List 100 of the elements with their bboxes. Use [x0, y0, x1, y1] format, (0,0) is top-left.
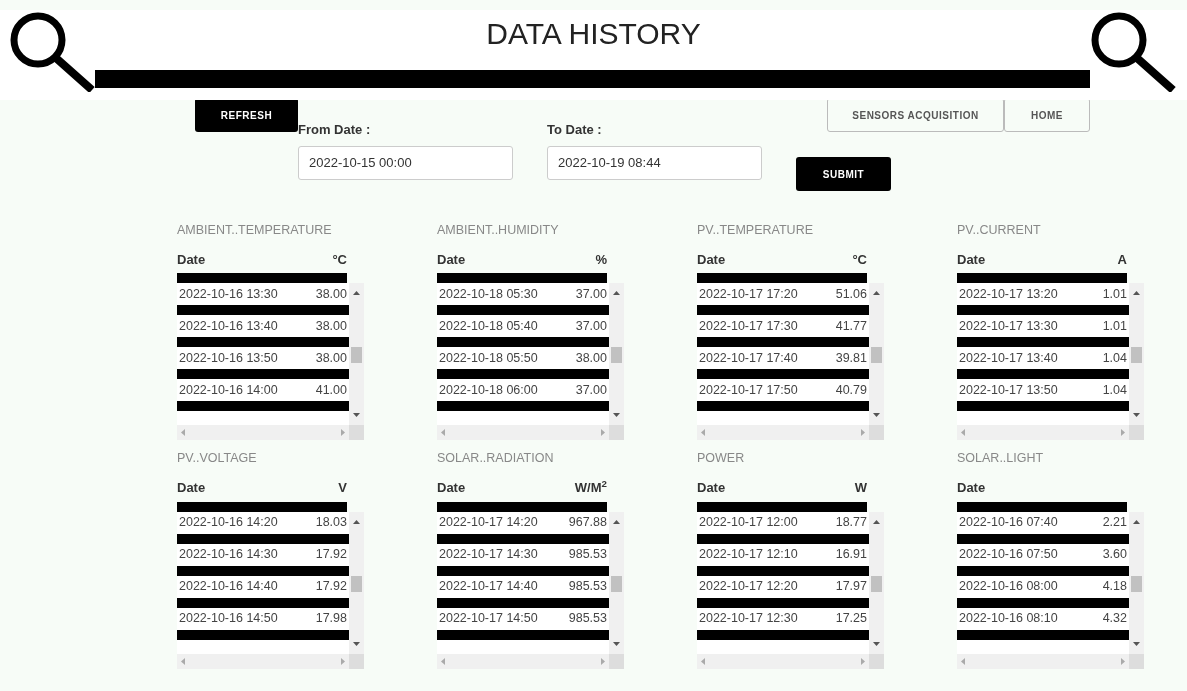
value-cell-text: 985.53 [568, 610, 607, 628]
date-cell-text: 2022-10-16 13:50 [179, 349, 278, 367]
date-cell-text: 2022-10-16 14:00 [179, 381, 278, 399]
date-cell-text: 2022-10-16 13:30 [179, 285, 278, 303]
value-cell-text: 17.92 [315, 546, 347, 564]
value-cell-text: 985.53 [568, 546, 607, 564]
panel-title: PV..VOLTAGE [177, 450, 257, 468]
date-cell-text: 2022-10-16 07:40 [959, 514, 1058, 532]
value-cell-text: 967.88 [568, 514, 607, 532]
value-cell-text: 40.79 [835, 381, 867, 399]
submit-button[interactable]: SUBMIT [796, 157, 891, 191]
value-cell-text: 17.97 [835, 578, 867, 596]
value-cell-text: 4.18 [1102, 578, 1127, 596]
value-cell-text: 41.00 [315, 381, 347, 399]
date-cell-text: 2022-10-17 14:30 [439, 546, 538, 564]
value-cell-text: 16.91 [835, 546, 867, 564]
date-cell-text: 2022-10-17 17:40 [699, 349, 798, 367]
value-cell-text: 38.00 [315, 349, 347, 367]
sensors-acquisition-button[interactable]: SENSORS ACQUISITION [827, 98, 1004, 132]
column-heading: Date [437, 250, 466, 269]
date-field[interactable]: 2022-10-15 00:00 [298, 145, 513, 180]
unit-heading: W/M$^{2}$ [574, 478, 607, 497]
scrollbar-corner [1129, 425, 1144, 441]
value-cell-text: 41.77 [835, 317, 867, 335]
value-cell-text: 1.01 [1102, 317, 1127, 335]
scrollbar-corner [869, 425, 884, 441]
value-cell-text: 1.01 [1102, 285, 1127, 303]
panel-title: POWER [697, 450, 745, 468]
panel-title: SOLAR..LIGHT [957, 450, 1044, 468]
home-button[interactable]: HOME [1004, 98, 1090, 132]
date-cell-text: 2022-10-16 13:40 [179, 317, 278, 335]
date-cell-text: 2022-10-17 14:20 [439, 514, 538, 532]
date-cell-text: 2022-10-17 12:10 [699, 546, 798, 564]
value-cell-text: 37.00 [575, 285, 607, 303]
unit-heading: A [1117, 250, 1127, 269]
value-cell-text: 37.00 [575, 381, 607, 399]
scrollbar-corner [609, 425, 624, 441]
value-cell-text: 17.25 [835, 610, 867, 628]
date-cell-text: 2022-10-16 08:00 [959, 578, 1058, 596]
panel-title: AMBIENT..HUMIDITY [437, 222, 559, 239]
column-heading: Date [957, 250, 986, 269]
value-cell-text: 18.03 [315, 514, 347, 532]
value-cell-text: 3.60 [1102, 546, 1127, 564]
value-cell-text: 37.00 [575, 317, 607, 335]
date-cell-text: 2022-10-18 05:50 [439, 349, 538, 367]
column-heading: Date [957, 479, 986, 497]
date-cell-text: 2022-10-16 08:10 [959, 610, 1058, 628]
column-heading: Date [697, 479, 726, 497]
unit-heading: °C [852, 250, 867, 269]
column-heading: Date [177, 479, 206, 497]
date-field[interactable]: 2022-10-19 08:44 [547, 145, 762, 180]
date-cell-text: 2022-10-17 13:30 [959, 317, 1058, 335]
value-cell-text: 1.04 [1102, 349, 1127, 367]
value-cell-text: 38.00 [575, 349, 607, 367]
value-cell-text: 1.04 [1102, 381, 1127, 399]
value-cell-text: 2.21 [1102, 514, 1127, 532]
value-cell-text: 38.00 [315, 285, 347, 303]
unit-heading: °C [332, 250, 347, 269]
date-cell-text: 2022-10-17 14:50 [439, 610, 538, 628]
unit-heading: W [854, 479, 867, 497]
date-cell-text: 2022-10-16 14:20 [179, 514, 278, 532]
scrollbar-corner [349, 425, 364, 441]
date-cell-text: 2022-10-17 13:50 [959, 381, 1058, 399]
value-cell-text: 39.81 [835, 349, 867, 367]
date-label: To Date : [547, 121, 602, 139]
date-cell-text: 2022-10-17 17:30 [699, 317, 798, 335]
date-cell-text: 2022-10-17 14:40 [439, 578, 538, 596]
date-cell-text: 2022-10-17 17:20 [699, 285, 798, 303]
column-heading: Date [697, 250, 726, 269]
date-cell-text: 2022-10-18 05:40 [439, 317, 538, 335]
date-cell-text: 2022-10-17 13:20 [959, 285, 1058, 303]
unit-heading: % [595, 250, 607, 269]
value-cell-text: 38.00 [315, 317, 347, 335]
value-cell-text: 51.06 [835, 285, 867, 303]
panel-title: SOLAR..RADIATION [437, 450, 554, 468]
refresh-button[interactable]: REFRESH [195, 98, 298, 132]
date-cell-text: 2022-10-16 14:40 [179, 578, 278, 596]
value-cell-text: 17.98 [315, 610, 347, 628]
column-heading: Date [437, 479, 466, 497]
column-heading: Date [177, 250, 206, 269]
value-cell-text: 18.77 [835, 514, 867, 532]
panel-title: PV..TEMPERATURE [697, 222, 813, 239]
page-title: DATA HISTORY [485, 16, 702, 52]
date-cell-text: 2022-10-17 12:20 [699, 578, 798, 596]
date-cell-text: 2022-10-16 14:50 [179, 610, 278, 628]
date-cell-text: 2022-10-18 06:00 [439, 381, 538, 399]
date-label: From Date : [298, 121, 371, 139]
date-cell-text: 2022-10-17 12:30 [699, 610, 798, 628]
date-cell-text: 2022-10-18 05:30 [439, 285, 538, 303]
value-cell-text: 17.92 [315, 578, 347, 596]
date-cell-text: 2022-10-17 13:40 [959, 349, 1058, 367]
panel-title: PV..CURRENT [957, 222, 1041, 239]
date-cell-text: 2022-10-16 14:30 [179, 546, 278, 564]
date-cell-text: 2022-10-17 17:50 [699, 381, 798, 399]
value-cell-text: 4.32 [1102, 610, 1127, 628]
date-cell-text: 2022-10-17 12:00 [699, 514, 798, 532]
date-cell-text: 2022-10-16 07:50 [959, 546, 1058, 564]
panel-title: AMBIENT..TEMPERATURE [177, 222, 332, 239]
unit-heading: V [338, 479, 347, 497]
value-cell-text: 985.53 [568, 578, 607, 596]
